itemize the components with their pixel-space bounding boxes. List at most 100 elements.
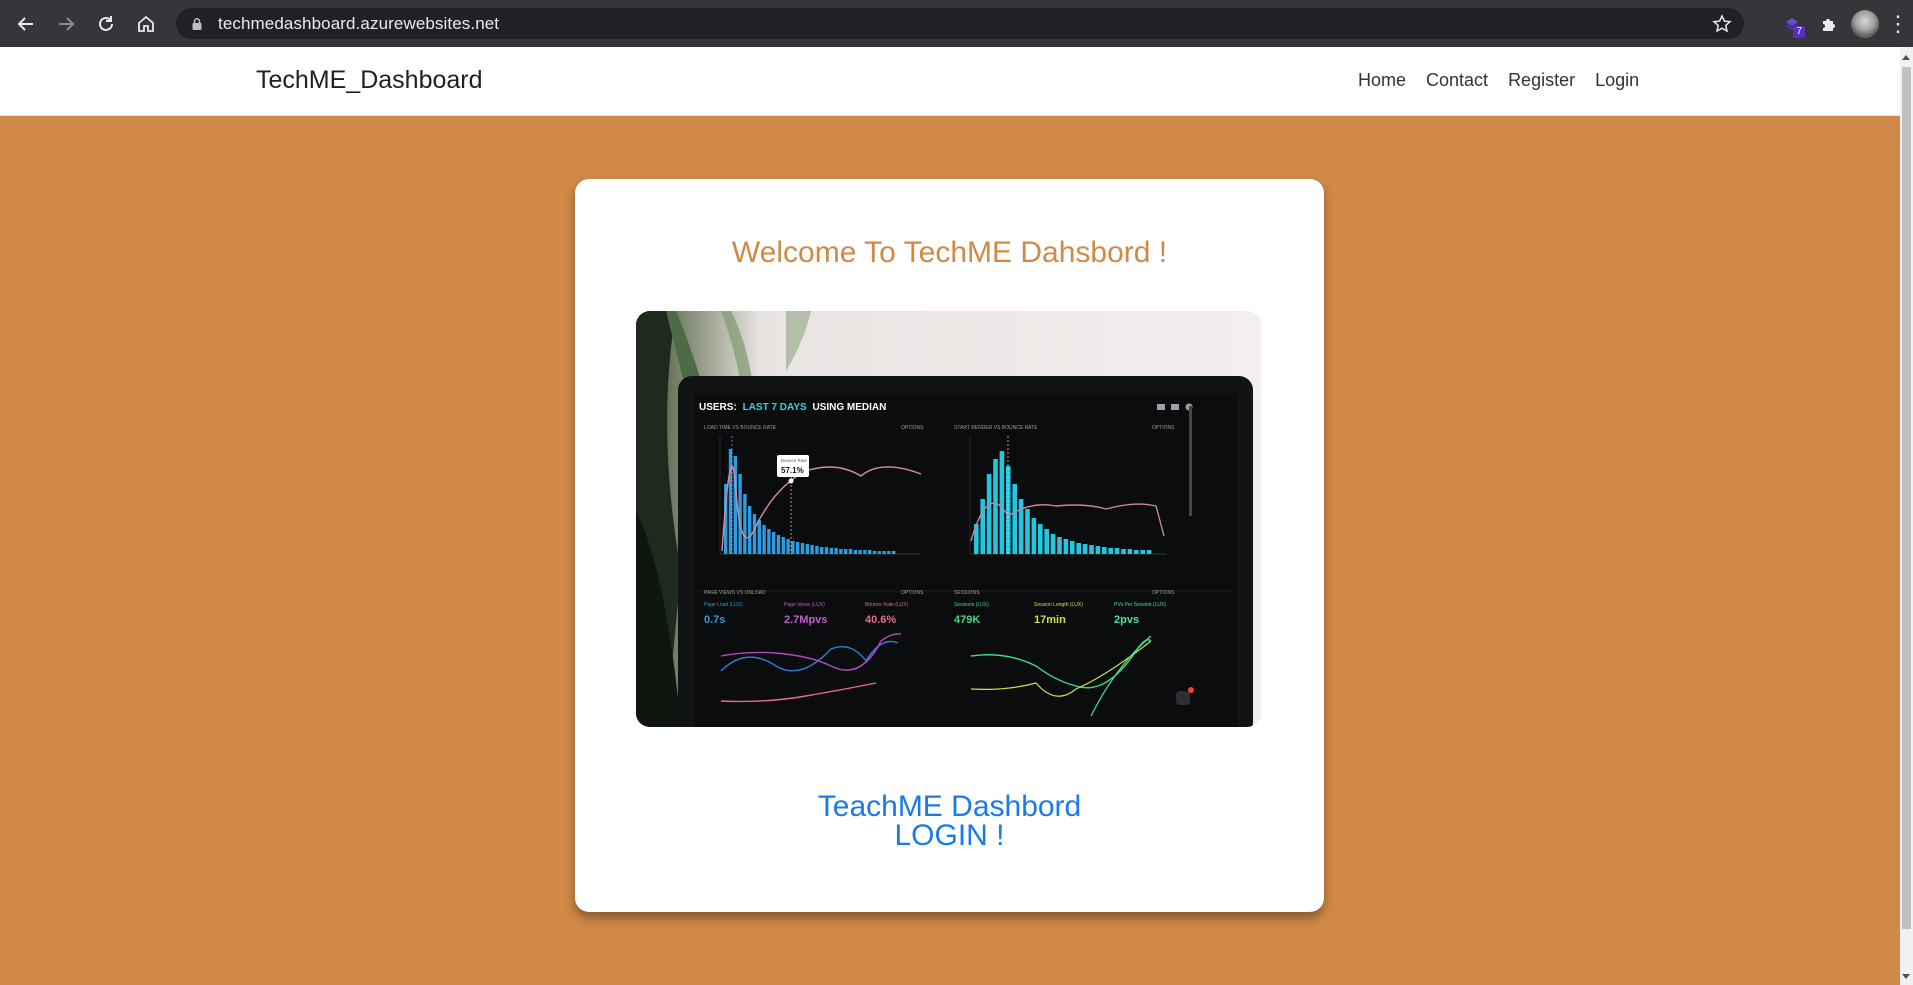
forward-button[interactable] [46,0,86,47]
hero-histogram-bar [999,451,1005,554]
hero-histogram-bar [743,494,747,554]
back-button[interactable] [6,0,46,47]
hero-histogram-bar [844,549,848,554]
hero-histogram-bar [1102,547,1107,554]
hero-histogram-bar [805,544,809,554]
hero-histogram-bar [820,547,824,554]
profile-button[interactable] [1847,0,1883,47]
hero-stat-value-5: 17min [1034,614,1066,626]
hero-histogram-bar [810,545,814,554]
hero-stat-label-2: Page Views (LUX) [784,602,825,608]
address-bar[interactable]: techmedashboard.azurewebsites.net [176,8,1744,39]
scroll-down-arrow[interactable] [1902,974,1910,979]
hero-histogram-bar [892,551,896,554]
hero-histogram-bar [848,549,853,554]
extensions-area: 7 ⋮ [1775,0,1913,47]
hero-histogram-bar [1038,524,1043,554]
hero-histogram-bar [1050,534,1056,554]
hero-histogram-bar [853,550,857,554]
hero-tooltip-value: 57.1% [781,466,804,475]
hero-histogram-bar [1012,484,1017,554]
extensions-menu-button[interactable] [1811,0,1847,47]
hero-histogram-bar [1057,537,1062,554]
hero-histogram-bar [1076,543,1081,554]
hero-title-suffix: USING MEDIAN [812,402,886,413]
hero-histogram-bar [776,535,781,554]
hero-histogram-bar [1031,518,1037,554]
hero-stat-label-6: PVs Per Session (LUX) [1114,602,1166,608]
hero-stat-value-6: 2pvs [1114,614,1139,626]
home-button[interactable] [126,0,166,47]
hero-options-4: OPTIONS [1152,590,1175,596]
hero-panel-load: LOAD TIME VS BOUNCE RATE [704,425,777,431]
nav-login[interactable]: Login [1595,70,1639,91]
hero-panel-pageviews: PAGE VIEWS VS ONLOAD [704,590,766,596]
hero-histogram-bar [980,499,985,554]
scroll-thumb[interactable] [1902,67,1911,929]
browser-menu-button[interactable]: ⋮ [1883,0,1913,47]
hero-histogram-bar [993,459,998,554]
hero-histogram-bar [752,514,757,554]
site-header: TechME_Dashboard Home Contact Register L… [0,47,1900,116]
hero-options-2: OPTIONS [1152,425,1175,431]
hero-options-3: OPTIONS [901,590,924,596]
hero-histogram-bar [829,548,833,554]
hero-histogram-bar [1018,499,1024,554]
hero-histogram-bar [877,551,881,554]
cta-line-2: LOGIN ! [894,819,1005,852]
hero-histogram-bar [1089,545,1094,554]
hero-title-prefix: USERS: [699,402,737,413]
hero-stat-label-4: Sessions (LUX) [954,602,989,608]
hero-stat-value-2: 2.7Mpvs [784,614,827,626]
arrow-left-icon [17,16,33,31]
hero-histogram-bar [1082,544,1088,554]
hero-histogram-bar [748,506,752,554]
hero-stat-label-3: Bounce Rate (LUX) [865,602,909,608]
hero-histogram-bar [767,529,771,554]
hero-stat-value-1: 0.7s [704,614,725,626]
brand-logo-text[interactable]: TechME_Dashboard [256,66,483,95]
hero-stat-label-5: Session Length (LUX) [1034,602,1083,608]
hero-histogram-bar [1127,549,1133,554]
svg-text:USERS: LAST 7 DAYS: USERS: LAST 7 DAYS USING MEDIAN [699,402,886,413]
laptop-dashboard-illustration: USERS: LAST 7 DAYS USING MEDIAN LOAD TIM… [636,311,1253,727]
login-cta-link[interactable]: TeachME Dashbord LOGIN ! [575,792,1324,852]
browser-toolbar: techmedashboard.azurewebsites.net 7 ⋮ [0,0,1913,47]
hero-histogram-bar [757,520,761,554]
arrow-right-icon [59,16,75,31]
reload-icon [99,15,113,31]
hero-histogram-bar [1070,541,1075,554]
hero-stat-value-3: 40.6% [865,614,896,626]
more-vertical-icon: ⋮ [1887,10,1909,36]
dashboard-hero-image: USERS: LAST 7 DAYS USING MEDIAN LOAD TIM… [636,311,1261,727]
welcome-card: Welcome To TechME Dahsbord ! USERS: LAST… [575,179,1324,912]
hero-histogram-bar [986,474,992,554]
hero-histogram-bar [796,542,800,554]
hero-histogram-bar [1063,539,1069,554]
nav-home[interactable]: Home [1358,70,1406,91]
hero-histogram-bar [839,549,843,554]
extension-button[interactable]: 7 [1775,0,1811,47]
bookmark-star-icon[interactable] [1712,14,1732,34]
hero-histogram-bar [762,525,766,554]
scroll-up-arrow[interactable] [1902,55,1910,60]
hero-histogram-bar [863,550,867,554]
lock-icon [190,17,204,31]
hero-options-1: OPTIONS [901,425,924,431]
hero-histogram-bar [824,547,829,554]
hero-histogram-bar [1044,529,1049,554]
nav-contact[interactable]: Contact [1426,70,1488,91]
nav-register[interactable]: Register [1508,70,1575,91]
hero-histogram-bar [1134,550,1139,554]
hero-histogram-bar [882,551,886,554]
hero-title-range: LAST 7 DAYS [743,402,807,413]
hero-histogram-bar [1025,509,1030,554]
hero-histogram-bar [868,550,872,554]
hero-histogram-bar [887,551,891,554]
url-text: techmedashboard.azurewebsites.net [218,13,500,33]
page-scrollbar[interactable] [1900,47,1913,985]
reload-button[interactable] [86,0,126,47]
welcome-heading: Welcome To TechME Dahsbord ! [731,236,1168,269]
hero-histogram-bar [1114,548,1120,554]
hero-histogram-bar [1108,548,1113,554]
